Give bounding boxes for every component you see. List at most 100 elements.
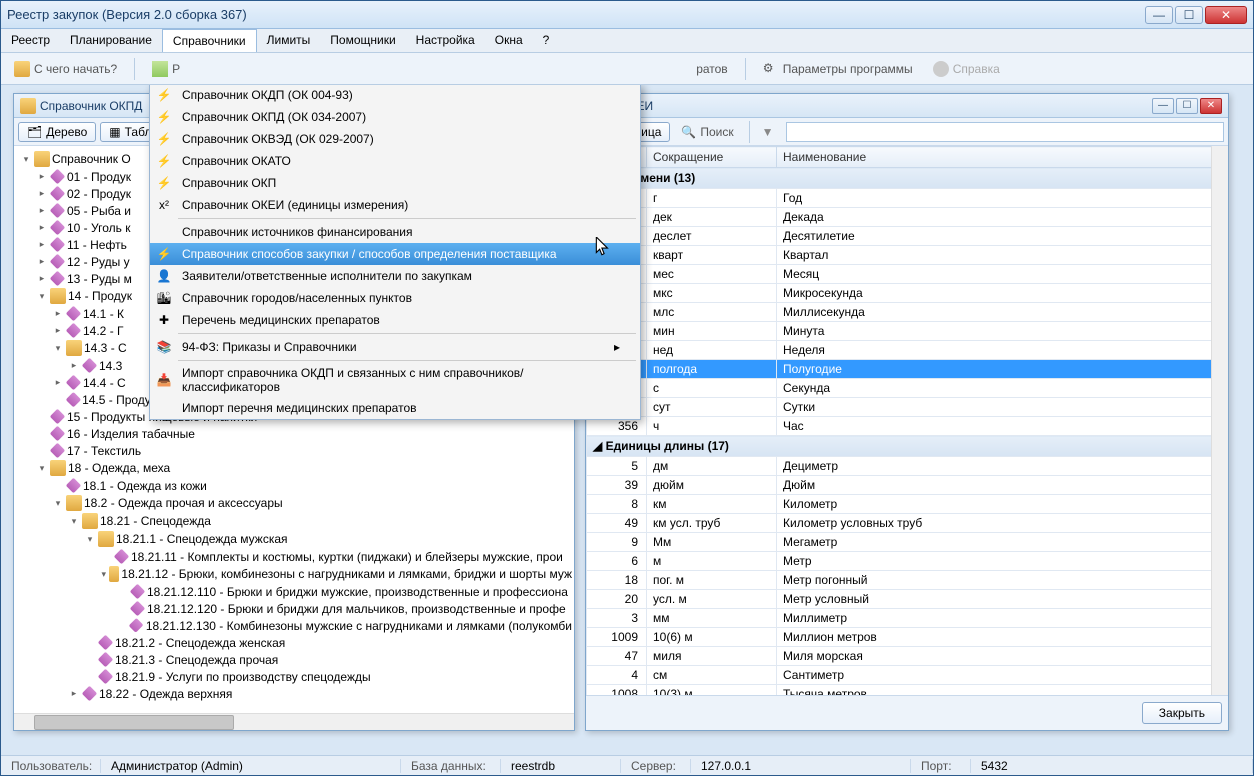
table-row[interactable]: мксМикросекунда <box>587 284 1228 303</box>
tree-node[interactable]: 18.21.9 - Услуги по производству спецоде… <box>16 668 572 685</box>
menu-item[interactable]: ⚡Справочник ОКАТО <box>150 150 640 172</box>
tree-node[interactable]: ▾ 18.21 - Спецодежда <box>16 512 572 530</box>
maximize-button[interactable]: ☐ <box>1175 6 1203 24</box>
tree-node[interactable]: 18.21.3 - Спецодежда прочая <box>16 651 572 668</box>
tree-node[interactable]: ▸ 18.22 - Одежда верхняя <box>16 685 572 702</box>
okei-close[interactable]: ✕ <box>1200 98 1222 114</box>
table-row[interactable]: 5дмДециметр <box>587 457 1228 476</box>
menu-item[interactable]: x²Справочник ОКЕИ (единицы измерения) <box>150 194 640 216</box>
table-row[interactable]: 20усл. мМетр условный <box>587 590 1228 609</box>
expand-icon[interactable]: ▾ <box>20 154 32 165</box>
tree-node[interactable]: 18.21.2 - Спецодежда женская <box>16 634 572 651</box>
menu-настройка[interactable]: Настройка <box>406 29 485 52</box>
expand-icon[interactable]: ▸ <box>36 171 48 182</box>
minimize-button[interactable]: — <box>1145 6 1173 24</box>
expand-icon[interactable]: ▸ <box>36 239 48 250</box>
expand-icon[interactable]: ▸ <box>36 222 48 233</box>
table-row[interactable]: деслетДесятилетие <box>587 227 1228 246</box>
expand-icon[interactable]: ▸ <box>36 256 48 267</box>
table-row[interactable]: месМесяц <box>587 265 1228 284</box>
tree-node[interactable]: 18.21.12.110 - Брюки и бриджи мужские, п… <box>16 583 572 600</box>
v-scrollbar[interactable] <box>1211 146 1228 695</box>
approvals-button[interactable]: ратов <box>689 59 735 79</box>
tree-tab[interactable]: 🗂 Дерево <box>18 122 96 142</box>
expand-icon[interactable]: ▸ <box>68 360 80 371</box>
spravochniki-menu[interactable]: ⚡Справочник ОКДП (ОК 004-93)⚡Справочник … <box>149 85 641 420</box>
menu-item[interactable]: 📚94-ФЗ: Приказы и Справочники▸ <box>150 336 640 358</box>
okei-minimize[interactable]: — <box>1152 98 1174 114</box>
tree-node[interactable]: 18.21.11 - Комплекты и костюмы, куртки (… <box>16 548 572 565</box>
table-row[interactable]: квартКвартал <box>587 246 1228 265</box>
tree-node[interactable]: ▾ 18.21.12 - Брюки, комбинезоны с нагруд… <box>16 565 572 583</box>
menu-окна[interactable]: Окна <box>485 29 533 52</box>
expand-icon[interactable]: ▾ <box>36 463 48 474</box>
search-input[interactable] <box>786 122 1224 142</box>
h-scrollbar[interactable] <box>14 713 574 730</box>
menu-item[interactable]: ⚡Справочник ОКДП (ОК 004-93) <box>150 85 640 106</box>
close-button[interactable]: Закрыть <box>1142 702 1222 724</box>
expand-icon[interactable]: ▾ <box>84 534 96 545</box>
expand-icon[interactable]: ▸ <box>36 205 48 216</box>
expand-icon[interactable]: ▾ <box>36 291 48 302</box>
menu-лимиты[interactable]: Лимиты <box>257 29 321 52</box>
reg-button[interactable]: Р <box>145 58 187 80</box>
menu-item[interactable]: ⚡Справочник ОКП <box>150 172 640 194</box>
expand-icon[interactable]: ▸ <box>36 188 48 199</box>
expand-icon[interactable]: ▸ <box>52 377 64 388</box>
expand-icon[interactable]: ▾ <box>100 569 107 580</box>
column-header[interactable]: Наименование <box>777 147 1228 168</box>
expand-icon[interactable]: ▸ <box>52 308 64 319</box>
help-button[interactable]: Справка <box>926 58 1007 80</box>
menu-item[interactable]: 👤Заявители/ответственные исполнители по … <box>150 265 640 287</box>
okei-maximize[interactable]: ☐ <box>1176 98 1198 114</box>
okei-search-tab[interactable]: 🔍 Поиск <box>674 122 740 142</box>
table-row[interactable]: 9МмМегаметр <box>587 533 1228 552</box>
expand-icon[interactable]: ▸ <box>52 325 64 336</box>
table-row[interactable]: млсМиллисекунда <box>587 303 1228 322</box>
tree-node[interactable]: 17 - Текстиль <box>16 442 572 459</box>
column-header[interactable]: Сокращение <box>647 147 777 168</box>
close-button[interactable]: ✕ <box>1205 6 1247 24</box>
tree-node[interactable]: 18.21.12.130 - Комбинезоны мужские с наг… <box>16 617 572 634</box>
menu-item[interactable]: ⚡Справочник ОКВЭД (ОК 029-2007) <box>150 128 640 150</box>
menu-item[interactable]: ✚Перечень медицинских препаратов <box>150 309 640 331</box>
expand-icon[interactable]: ▾ <box>68 516 80 527</box>
table-row[interactable]: декДекада <box>587 208 1228 227</box>
tree-node[interactable]: 16 - Изделия табачные <box>16 425 572 442</box>
scroll-thumb[interactable] <box>34 715 234 730</box>
table-row[interactable]: минМинута <box>587 322 1228 341</box>
table-row[interactable]: гГод <box>587 189 1228 208</box>
menu-item[interactable]: ⚡Справочник ОКПД (ОК 034-2007) <box>150 106 640 128</box>
menu-?[interactable]: ? <box>533 29 560 52</box>
menu-item[interactable]: Импорт перечня медицинских препаратов <box>150 397 640 419</box>
menu-item[interactable]: ⚡Справочник способов закупки / способов … <box>150 243 640 265</box>
menu-item[interactable]: 📥Импорт справочника ОКДП и связанных с н… <box>150 363 640 397</box>
table-row[interactable]: 6мМетр <box>587 552 1228 571</box>
table-row[interactable]: 356чЧас <box>587 417 1228 436</box>
table-row[interactable]: 100810(3) мТысяча метров <box>587 685 1228 696</box>
table-row[interactable]: 47миляМиля морская <box>587 647 1228 666</box>
tree-node[interactable]: 18.21.12.120 - Брюки и бриджи для мальчи… <box>16 600 572 617</box>
table-row[interactable]: 39дюймДюйм <box>587 476 1228 495</box>
params-button[interactable]: ⚙ Параметры программы <box>756 58 920 80</box>
filter-icon[interactable]: ▼ <box>758 125 778 139</box>
table-row[interactable]: сСекунда <box>587 379 1228 398</box>
tree-node[interactable]: 18.1 - Одежда из кожи <box>16 477 572 494</box>
menu-помощники[interactable]: Помощники <box>320 29 405 52</box>
group-row[interactable]: ◢ Единицы длины (17) <box>587 436 1228 457</box>
table-row[interactable]: 100910(6) мМиллион метров <box>587 628 1228 647</box>
table-row[interactable]: 49км усл. трубКилометр условных труб <box>587 514 1228 533</box>
expand-icon[interactable]: ▸ <box>36 273 48 284</box>
table-row[interactable]: недНеделя <box>587 341 1228 360</box>
table-row[interactable]: полгодаПолугодие <box>587 360 1228 379</box>
okei-body[interactable]: СокращениеНаименование◢ ы времени (13)гГ… <box>586 146 1228 695</box>
menu-item[interactable]: 🏙Справочник городов/населенных пунктов <box>150 287 640 309</box>
table-row[interactable]: 8кмКилометр <box>587 495 1228 514</box>
menu-реестр[interactable]: Реестр <box>1 29 60 52</box>
table-row[interactable]: 18пог. мМетр погонный <box>587 571 1228 590</box>
start-button[interactable]: С чего начать? <box>7 58 124 80</box>
tree-node[interactable]: ▾ 18.2 - Одежда прочая и аксессуары <box>16 494 572 512</box>
table-row[interactable]: 3ммМиллиметр <box>587 609 1228 628</box>
tree-node[interactable]: ▾ 18 - Одежда, меха <box>16 459 572 477</box>
menu-справочники[interactable]: Справочники <box>162 29 257 52</box>
